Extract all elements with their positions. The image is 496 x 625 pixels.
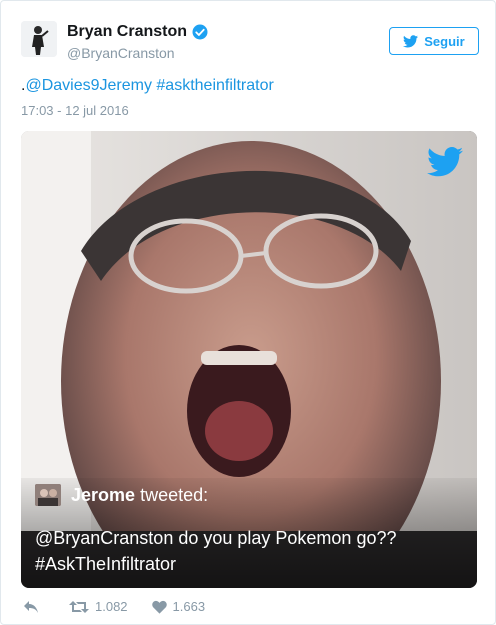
quoted-tweet-header: Jerome tweeted:	[35, 484, 208, 506]
author-avatar[interactable]	[21, 21, 57, 57]
tweet-actions: 1.082 1.663	[23, 599, 205, 614]
quoted-author-avatar	[35, 484, 61, 506]
reply-button[interactable]	[23, 600, 39, 614]
twitter-bird-icon	[427, 147, 463, 177]
tweet-text: .@Davies9Jeremy #asktheinfiltrator	[21, 77, 274, 95]
quoted-author-name: Jerome	[71, 484, 136, 505]
like-button[interactable]: 1.663	[151, 599, 206, 614]
retweet-button[interactable]: 1.082	[69, 599, 128, 614]
tweet-timestamp[interactable]: 17:03 - 12 jul 2016	[21, 103, 129, 118]
like-count: 1.663	[172, 599, 206, 614]
heart-icon	[151, 600, 167, 614]
follow-button[interactable]: Seguir	[389, 27, 479, 55]
author-name[interactable]: Bryan Cranston	[67, 23, 187, 41]
quoted-verb: tweeted:	[140, 484, 209, 505]
tweet-hashtag-link[interactable]: #asktheinfiltrator	[156, 77, 273, 94]
retweet-count: 1.082	[95, 599, 128, 614]
twitter-bird-icon	[403, 34, 419, 47]
tweet-card: Bryan Cranston @BryanCranston Seguir .@D…	[0, 0, 496, 625]
follow-button-label: Seguir	[424, 33, 465, 49]
verified-badge-icon	[192, 24, 208, 40]
author-block[interactable]: Bryan Cranston @BryanCranston	[67, 23, 209, 61]
quoted-tweet-text: @BryanCranston do you play Pokemon go?? …	[35, 528, 397, 574]
tweet-mention-link[interactable]: @Davies9Jeremy	[25, 77, 152, 94]
tweet-video-media[interactable]: Jerome tweeted: @BryanCranston do you pl…	[21, 131, 477, 588]
reply-icon	[24, 600, 38, 613]
author-name-row[interactable]: Bryan Cranston	[67, 23, 209, 41]
author-handle[interactable]: @BryanCranston	[67, 45, 209, 61]
retweet-icon	[69, 600, 89, 613]
quoted-tweet-byline: Jerome tweeted:	[71, 485, 208, 506]
